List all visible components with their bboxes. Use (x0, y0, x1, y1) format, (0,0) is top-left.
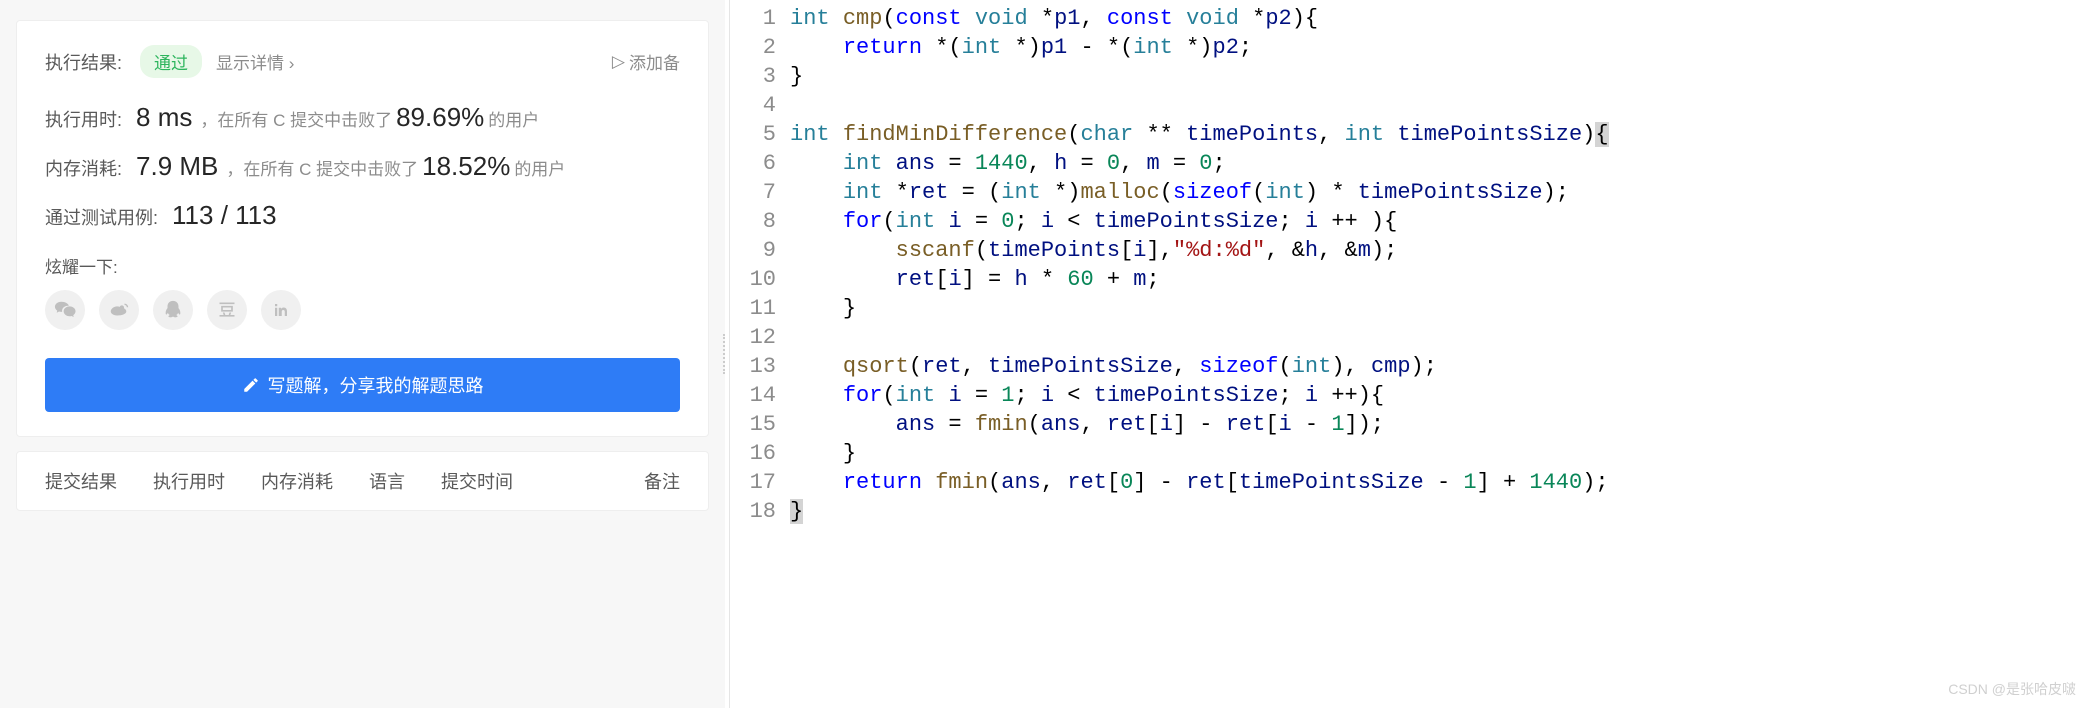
results-panel: 执行结果: 通过 显示详情 › ▷ 添加备 执行用时: 8 ms ，在所有 C … (0, 0, 725, 708)
memory-label: 内存消耗: (45, 155, 122, 181)
testcases-label: 通过测试用例: (45, 204, 158, 230)
runtime-suffix2: 的用户 (488, 106, 539, 131)
show-details-link[interactable]: 显示详情 › (216, 49, 294, 74)
code-editor[interactable]: 123456789101112131415161718 int cmp(cons… (729, 0, 2090, 708)
th-language[interactable]: 语言 (369, 468, 405, 494)
share-icons-row (45, 290, 680, 330)
flag-icon: ▷ (612, 52, 625, 72)
testcases-value: 113 / 113 (172, 200, 277, 231)
write-solution-button[interactable]: 写题解，分享我的解题思路 (45, 358, 680, 412)
runtime-suffix1: ，在所有 C 提交中击败了 (200, 106, 392, 131)
write-solution-label: 写题解，分享我的解题思路 (268, 372, 484, 398)
memory-suffix1: ，在所有 C 提交中击败了 (226, 155, 418, 180)
runtime-value: 8 ms (136, 102, 192, 133)
add-note-label: 添加备 (629, 49, 680, 74)
memory-stat: 内存消耗: 7.9 MB ，在所有 C 提交中击败了 18.52% 的用户 (45, 151, 680, 182)
memory-suffix2: 的用户 (514, 155, 565, 180)
pencil-icon (242, 376, 260, 394)
th-runtime[interactable]: 执行用时 (153, 468, 225, 494)
testcases-stat: 通过测试用例: 113 / 113 (45, 200, 680, 231)
result-label: 执行结果: (45, 49, 122, 75)
memory-percent: 18.52% (422, 151, 510, 182)
linkedin-icon[interactable] (261, 290, 301, 330)
runtime-percent: 89.69% (396, 102, 484, 133)
douban-icon[interactable] (207, 290, 247, 330)
weibo-icon[interactable] (99, 290, 139, 330)
wechat-icon[interactable] (45, 290, 85, 330)
th-result[interactable]: 提交结果 (45, 468, 117, 494)
watermark: CSDN @是张哈皮啵 (1948, 675, 2076, 704)
result-header: 执行结果: 通过 显示详情 › ▷ 添加备 (45, 45, 680, 78)
share-label: 炫耀一下: (45, 253, 680, 278)
th-time[interactable]: 提交时间 (441, 468, 513, 494)
th-note[interactable]: 备注 (644, 468, 680, 494)
line-gutter: 123456789101112131415161718 (730, 0, 790, 708)
status-badge: 通过 (140, 45, 202, 78)
memory-value: 7.9 MB (136, 151, 218, 182)
result-card: 执行结果: 通过 显示详情 › ▷ 添加备 执行用时: 8 ms ，在所有 C … (16, 20, 709, 437)
runtime-label: 执行用时: (45, 106, 122, 132)
runtime-stat: 执行用时: 8 ms ，在所有 C 提交中击败了 89.69% 的用户 (45, 102, 680, 133)
code-area[interactable]: int cmp(const void *p1, const void *p2){… (790, 0, 2090, 708)
share-section: 炫耀一下: (45, 253, 680, 330)
add-note-link[interactable]: ▷ 添加备 (612, 49, 680, 74)
qq-icon[interactable] (153, 290, 193, 330)
submissions-table-header: 提交结果 执行用时 内存消耗 语言 提交时间 备注 (16, 451, 709, 511)
th-memory[interactable]: 内存消耗 (261, 468, 333, 494)
